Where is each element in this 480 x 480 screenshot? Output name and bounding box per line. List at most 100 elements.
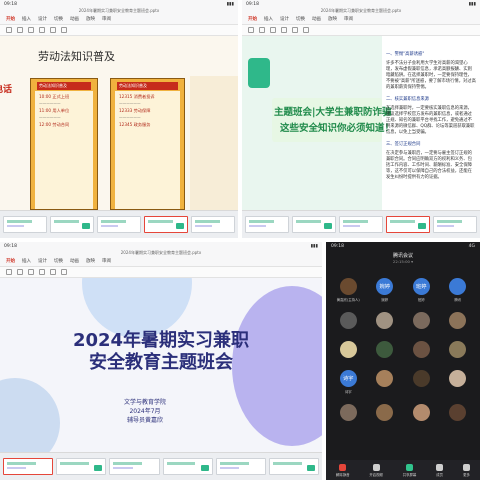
tab-transition[interactable]: 切换 <box>296 16 305 22</box>
align-icon[interactable] <box>61 269 67 275</box>
slide-thumbnail[interactable] <box>433 216 477 233</box>
participant-tile[interactable]: 婉婷 婉婷 <box>369 278 402 302</box>
tab-animation[interactable]: 动画 <box>70 16 79 22</box>
participant-tile[interactable] <box>405 404 438 423</box>
participant-tile[interactable] <box>332 312 365 331</box>
redo-icon[interactable] <box>259 27 265 33</box>
video-button[interactable]: 开启视频 <box>369 463 383 477</box>
info-card: 劳动法知识普及 10:00 正式上班 —————— 11:00 用人单位 ———… <box>30 78 98 210</box>
tab-slideshow[interactable]: 放映 <box>328 16 337 22</box>
font-icon[interactable] <box>281 27 287 33</box>
status-time: 09:18 <box>331 243 344 249</box>
tab-home[interactable]: 开始 <box>6 258 15 264</box>
tab-animation[interactable]: 动画 <box>70 258 79 264</box>
slide-body-text: 一、警惕"高薪诱惑" 许多不法分子会利用大学生对高薪的渴望心理，发布虚假兼职信息… <box>386 46 476 181</box>
participant-tile[interactable] <box>369 312 402 331</box>
participant-tile[interactable]: 班婷 班婷 <box>405 278 438 302</box>
participant-tile[interactable] <box>332 404 365 423</box>
participant-name: 班婷 <box>417 298 425 302</box>
section-paragraph: 在选择兼职时，一定要核实兼职信息的来源，建议选择学校官方发布的兼职信息，或者通过… <box>386 106 475 135</box>
slide-thumbnail[interactable] <box>268 458 320 475</box>
slide-thumbnail[interactable] <box>191 216 235 233</box>
redo-icon[interactable] <box>17 27 23 33</box>
unmute-button[interactable]: 解除静音 <box>335 463 350 477</box>
slide-thumbnail[interactable] <box>50 216 94 233</box>
avatar <box>449 404 467 421</box>
members-label: 成员 <box>436 472 444 477</box>
redo-icon[interactable] <box>17 269 23 275</box>
more-button[interactable]: 更多 <box>463 463 471 477</box>
slide-thumbnail[interactable] <box>292 216 336 233</box>
members-button[interactable]: 成员 <box>436 463 444 477</box>
slide-thumbnails <box>242 210 480 238</box>
bold-icon[interactable] <box>50 269 56 275</box>
participant-tile[interactable]: 腾讯 <box>442 278 475 302</box>
participant-tile[interactable] <box>442 341 475 360</box>
tab-transition[interactable]: 切换 <box>54 16 63 22</box>
camera-icon <box>372 463 380 471</box>
participant-tile[interactable] <box>369 404 402 423</box>
participant-tile[interactable] <box>405 341 438 360</box>
participant-tile[interactable]: 黄嘉欣(主持人) <box>332 278 365 302</box>
undo-icon[interactable] <box>6 27 12 33</box>
slide-thumbnail[interactable] <box>339 216 383 233</box>
undo-icon[interactable] <box>248 27 254 33</box>
participant-tile[interactable] <box>405 312 438 331</box>
slide-thumbnail[interactable] <box>109 458 160 475</box>
slide-thumbnail[interactable] <box>97 216 141 233</box>
paste-icon[interactable] <box>28 27 34 33</box>
share-label: 共享屏幕 <box>402 472 417 477</box>
tab-review[interactable]: 审阅 <box>102 258 111 264</box>
slide-thumbnail[interactable] <box>56 458 107 475</box>
tab-insert[interactable]: 插入 <box>264 16 273 22</box>
tab-slideshow[interactable]: 放映 <box>86 16 95 22</box>
paste-icon[interactable] <box>28 269 34 275</box>
slide-thumbnail[interactable] <box>162 458 213 475</box>
participant-tile[interactable] <box>369 341 402 360</box>
participant-tile[interactable] <box>442 370 475 394</box>
tab-home[interactable]: 开始 <box>248 16 257 22</box>
participant-tile[interactable]: 诗宇 诗宇 <box>332 370 365 394</box>
font-icon[interactable] <box>39 269 45 275</box>
undo-icon[interactable] <box>6 269 12 275</box>
section-heading: 一、警惕"高薪诱惑" <box>386 52 425 57</box>
tab-review[interactable]: 审阅 <box>344 16 353 22</box>
meeting-timer[interactable]: 22:15:00 ▾ <box>326 259 480 264</box>
unmute-label: 解除静音 <box>335 472 350 477</box>
slide-thumbnail[interactable] <box>3 216 47 233</box>
participant-tile[interactable] <box>442 404 475 423</box>
tab-animation[interactable]: 动画 <box>312 16 321 22</box>
paste-icon[interactable] <box>270 27 276 33</box>
avatar: 诗宇 <box>339 370 357 387</box>
slide-canvas[interactable]: 2024年暑期实习兼职 安全教育主题班会 文学与教育学院 2024年7月 辅导员… <box>0 278 322 452</box>
slide-thumbnail-selected[interactable] <box>144 216 188 233</box>
align-icon[interactable] <box>61 27 67 33</box>
hotline-text: 电话 <box>0 85 13 95</box>
slide-canvas[interactable]: 劳动法知识普及 电话 劳动法知识普及 10:00 正式上班 —————— 11:… <box>0 36 238 210</box>
tab-review[interactable]: 审阅 <box>102 16 111 22</box>
tab-design[interactable]: 设计 <box>38 258 47 264</box>
tab-home[interactable]: 开始 <box>6 16 15 22</box>
font-icon[interactable] <box>39 27 45 33</box>
share-screen-button[interactable]: 共享屏幕 <box>402 463 417 477</box>
banner-title-line1: 主题班会|大学生兼职防诈骗 <box>274 107 392 118</box>
participant-tile[interactable] <box>332 341 365 360</box>
slide-thumbnail-selected[interactable] <box>3 458 54 475</box>
bold-icon[interactable] <box>50 27 56 33</box>
tab-design[interactable]: 设计 <box>280 16 289 22</box>
slide-thumbnail[interactable] <box>215 458 266 475</box>
toolbar <box>0 25 238 36</box>
tab-insert[interactable]: 插入 <box>22 16 31 22</box>
bold-icon[interactable] <box>292 27 298 33</box>
slide-thumbnail-selected[interactable] <box>386 216 430 233</box>
participant-tile[interactable] <box>405 370 438 394</box>
align-icon[interactable] <box>303 27 309 33</box>
tab-insert[interactable]: 插入 <box>22 258 31 264</box>
tab-slideshow[interactable]: 放映 <box>86 258 95 264</box>
tab-design[interactable]: 设计 <box>38 16 47 22</box>
slide-thumbnail[interactable] <box>245 216 289 233</box>
participant-tile[interactable] <box>442 312 475 331</box>
tab-transition[interactable]: 切换 <box>54 258 63 264</box>
participant-tile[interactable] <box>369 370 402 394</box>
slide-canvas[interactable]: 主题班会|大学生兼职防诈骗 这些安全知识你必须知道！ 一、警惕"高薪诱惑" 许多… <box>242 36 480 210</box>
